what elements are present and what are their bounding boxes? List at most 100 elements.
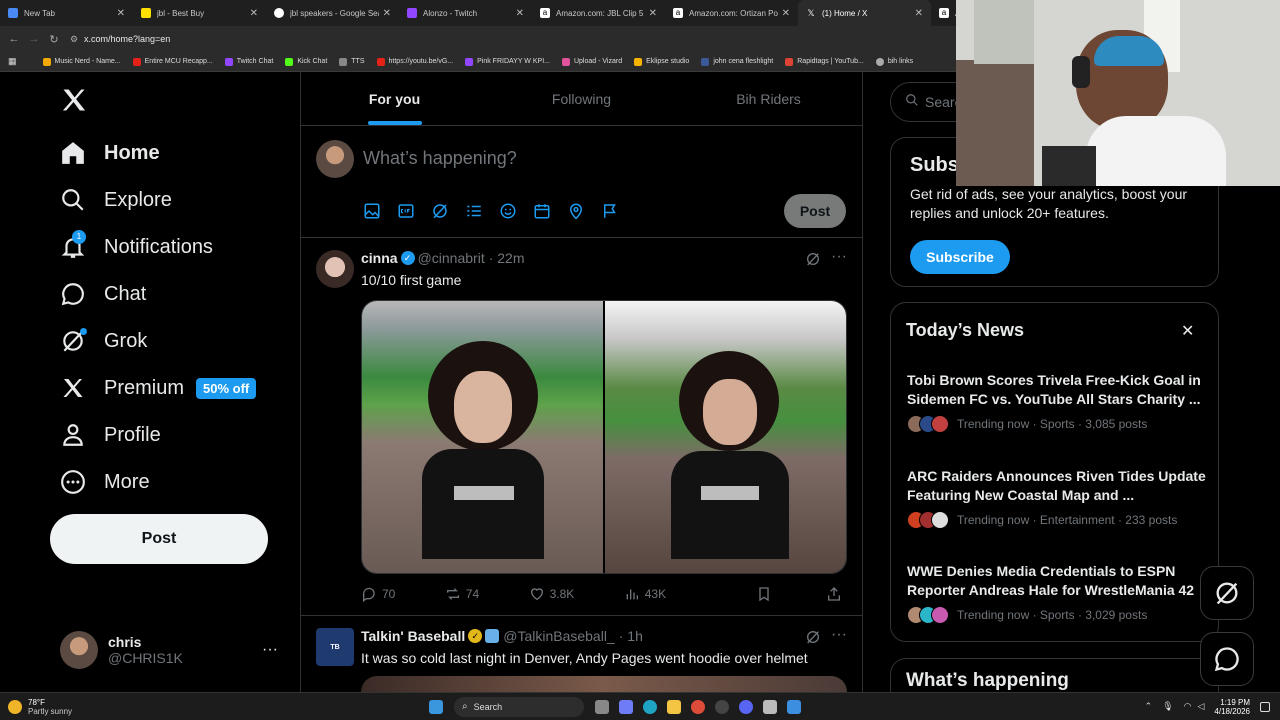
retweet-button[interactable]: 74 <box>445 586 479 602</box>
tweet-more-icon[interactable]: ··· <box>831 626 847 644</box>
bookmark[interactable]: Eklipse studio <box>634 57 689 66</box>
browser-tab[interactable]: a Amazon.com: JBL Clip 5 - ✕ <box>532 0 665 26</box>
tweet-photo[interactable] <box>605 301 846 573</box>
messages-float-button[interactable] <box>1200 632 1254 686</box>
tweet-media[interactable] <box>361 676 847 692</box>
x-logo-icon[interactable] <box>60 86 88 114</box>
url-input[interactable]: x.com/home?lang=en <box>84 34 170 44</box>
tab-bih-riders[interactable]: Bih Riders <box>675 72 862 125</box>
grok-float-button[interactable] <box>1200 566 1254 620</box>
flag-icon[interactable] <box>601 202 619 225</box>
like-button[interactable]: 3.8K <box>529 586 574 602</box>
tweet-more-icon[interactable]: ··· <box>831 248 847 266</box>
browser-tab[interactable]: jbl speakers - Google Search✕ <box>266 0 399 26</box>
tweet-time[interactable]: · 1h <box>619 628 643 644</box>
compose-input[interactable]: What’s happening? <box>363 148 517 169</box>
nav-more[interactable]: More <box>60 462 150 502</box>
tweet-author-handle[interactable]: @TalkinBaseball_ <box>503 628 615 644</box>
wifi-icon[interactable]: ◠ <box>1184 701 1192 712</box>
news-item[interactable]: ARC Raiders Announces Riven Tides Update… <box>907 467 1207 529</box>
image-icon[interactable] <box>363 202 381 225</box>
tweet-time[interactable]: · 22m <box>489 250 525 266</box>
tweet-author-name[interactable]: Talkin' Baseball <box>361 628 465 644</box>
app-icon[interactable] <box>763 699 777 714</box>
tweet-author-handle[interactable]: @cinnabrit <box>418 250 485 266</box>
close-tab-icon[interactable]: ✕ <box>915 8 923 19</box>
chrome-icon[interactable] <box>691 699 705 714</box>
reply-button[interactable]: 70 <box>361 586 395 602</box>
nav-explore[interactable]: Explore <box>60 180 172 220</box>
browser-tab[interactable]: jbl - Best Buy ✕ <box>133 0 266 26</box>
discord-icon[interactable] <box>739 699 753 714</box>
gif-icon[interactable] <box>397 202 415 225</box>
tweet-photo[interactable] <box>362 301 603 573</box>
bookmark-button[interactable] <box>756 586 777 602</box>
tab-following[interactable]: Following <box>488 72 675 125</box>
bookmark[interactable]: Music Nerd - Name... <box>42 57 121 66</box>
bookmark[interactable]: bih links <box>875 57 913 66</box>
bookmark[interactable]: Twitch Chat <box>224 57 273 66</box>
browser-tab[interactable]: a Amazon.com: Ortizan Port ✕ <box>665 0 798 26</box>
nav-grok[interactable]: Grok <box>60 321 147 361</box>
news-item[interactable]: Tobi Brown Scores Trivela Free-Kick Goal… <box>907 371 1207 433</box>
notification-center-icon[interactable] <box>1260 701 1270 712</box>
task-view-icon[interactable] <box>595 699 609 714</box>
bookmark[interactable]: Entire MCU Recapp... <box>132 57 213 66</box>
windows-start-icon[interactable] <box>429 699 443 714</box>
taskbar-search[interactable]: ⌕ Search <box>454 696 584 717</box>
close-tab-icon[interactable]: ✕ <box>383 8 391 19</box>
tweet[interactable]: cinna ✓ @cinnabrit · 22m ··· 10/10 first… <box>301 238 862 616</box>
bookmark[interactable]: Pink FRIDAYY W KPI... <box>465 57 550 66</box>
nav-premium[interactable]: Premium 50% off <box>60 368 257 408</box>
post-button[interactable]: Post <box>50 514 268 564</box>
location-icon[interactable] <box>567 202 585 225</box>
grok-explain-icon[interactable] <box>805 629 821 650</box>
tab-for-you[interactable]: For you <box>301 72 488 125</box>
file-explorer-icon[interactable] <box>667 699 681 714</box>
bookmark[interactable]: john cena fleshlight <box>701 57 773 66</box>
tweet[interactable]: TB Talkin' Baseball ✓ @TalkinBaseball_ ·… <box>301 616 862 692</box>
schedule-icon[interactable] <box>533 202 551 225</box>
nav-home[interactable]: Home <box>60 133 160 173</box>
bookmark[interactable]: Rapidtags | YouTub... <box>785 57 864 66</box>
reload-icon[interactable]: ↻ <box>44 33 64 46</box>
bookmark[interactable]: TTS <box>339 57 365 66</box>
tweet-author-name[interactable]: cinna <box>361 250 398 266</box>
subscribe-button[interactable]: Subscribe <box>910 240 1010 274</box>
account-switcher[interactable]: chris @CHRIS1K ··· <box>60 622 290 678</box>
close-tab-icon[interactable]: ✕ <box>649 8 657 19</box>
back-icon[interactable]: ← <box>4 33 24 45</box>
clock-time[interactable]: 1:19 PM <box>1214 698 1250 707</box>
apps-icon[interactable]: ▦ <box>8 56 17 67</box>
copilot-icon[interactable] <box>619 699 633 714</box>
poll-icon[interactable] <box>465 202 483 225</box>
browser-tab[interactable]: New Tab ✕ <box>0 0 133 26</box>
close-icon[interactable]: ✕ <box>1181 321 1194 341</box>
nav-notifications[interactable]: 1 Notifications <box>60 227 213 267</box>
close-tab-icon[interactable]: ✕ <box>117 8 125 19</box>
avatar[interactable]: TB <box>316 628 354 666</box>
edge-icon[interactable] <box>643 699 657 714</box>
clock-date[interactable]: 4/18/2026 <box>1214 707 1250 716</box>
close-tab-icon[interactable]: ✕ <box>516 8 524 19</box>
browser-tab-active[interactable]: 𝕏 (1) Home / X ✕ <box>798 0 931 26</box>
tweet-media[interactable] <box>361 300 847 574</box>
tray-overflow-icon[interactable]: ⌃ <box>1145 701 1153 712</box>
emoji-icon[interactable] <box>499 202 517 225</box>
bookmark[interactable]: Kick Chat <box>285 57 327 66</box>
browser-tab[interactable]: Alonzo - Twitch ✕ <box>399 0 532 26</box>
close-tab-icon[interactable]: ✕ <box>782 8 790 19</box>
avatar[interactable] <box>316 250 354 288</box>
close-tab-icon[interactable]: ✕ <box>250 8 258 19</box>
site-info-icon[interactable]: ⚙ <box>64 34 84 45</box>
share-button[interactable] <box>826 586 847 602</box>
bookmark[interactable]: https://youtu.be/vG... <box>376 57 453 66</box>
obs-icon[interactable] <box>715 699 729 714</box>
grok-compose-icon[interactable] <box>431 202 449 225</box>
views-button[interactable]: 43K <box>624 586 666 602</box>
volume-icon[interactable]: ◁ <box>1197 701 1204 712</box>
compose-post-button[interactable]: Post <box>784 194 846 228</box>
nav-chat[interactable]: Chat <box>60 274 146 314</box>
microphone-icon[interactable]: 🎙 <box>1162 701 1173 712</box>
forward-icon[interactable]: → <box>24 33 44 45</box>
